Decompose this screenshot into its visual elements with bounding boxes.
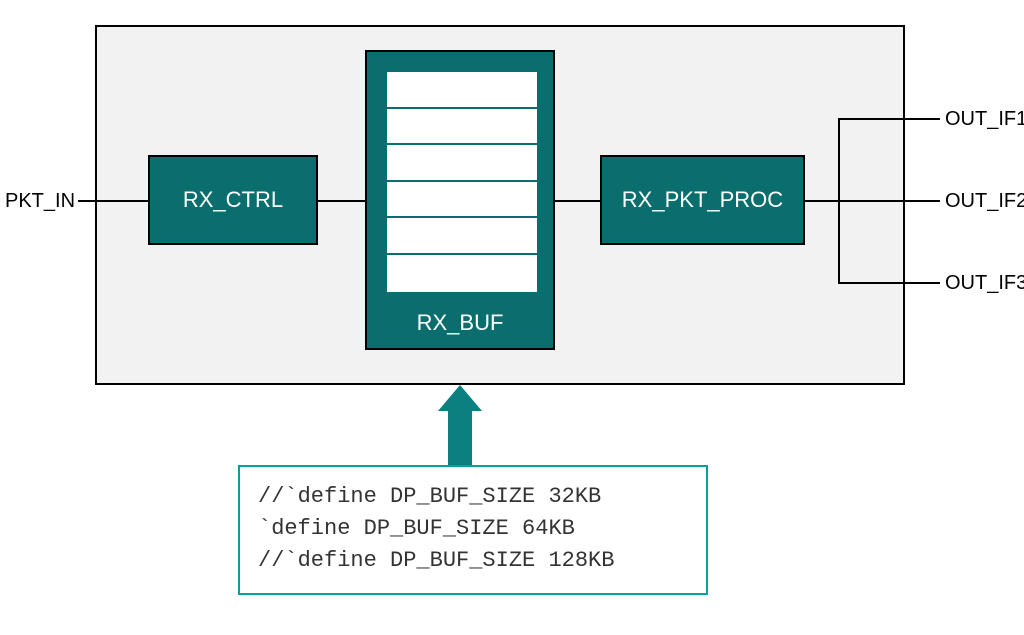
buf-row	[387, 218, 537, 255]
rx-buf-label: RX_BUF	[367, 310, 553, 336]
arrow-stem	[448, 411, 472, 466]
rx-pkt-proc-label: RX_PKT_PROC	[622, 187, 783, 213]
rx-buf-stack	[387, 72, 537, 292]
wire-bracket-vert	[838, 118, 840, 284]
block-diagram: PKT_IN RX_CTRL RX_BUF RX_PKT_PROC OUT_IF…	[0, 0, 1024, 635]
wire-ctrl-to-buf	[318, 200, 365, 202]
wire-proc-out	[805, 200, 940, 202]
buf-row	[387, 145, 537, 182]
wire-out-if1	[838, 118, 940, 120]
code-line: //`define DP_BUF_SIZE 128KB	[258, 545, 688, 577]
rx-pkt-proc-block: RX_PKT_PROC	[600, 155, 805, 245]
code-line: //`define DP_BUF_SIZE 32KB	[258, 481, 688, 513]
wire-out-if3	[838, 282, 940, 284]
rx-buf-block: RX_BUF	[365, 50, 555, 350]
out-if2-label: OUT_IF2	[945, 190, 1024, 213]
buf-row	[387, 72, 537, 109]
arrow-head-icon	[438, 385, 482, 411]
wire-pkt-in	[78, 200, 148, 202]
rx-ctrl-block: RX_CTRL	[148, 155, 318, 245]
buf-row	[387, 182, 537, 219]
out-if1-label: OUT_IF1	[945, 108, 1024, 131]
code-box: //`define DP_BUF_SIZE 32KB `define DP_BU…	[238, 465, 708, 595]
pkt-in-label: PKT_IN	[5, 190, 75, 213]
code-line: `define DP_BUF_SIZE 64KB	[258, 513, 688, 545]
buf-row	[387, 255, 537, 292]
wire-buf-to-proc	[555, 200, 600, 202]
rx-ctrl-label: RX_CTRL	[183, 187, 283, 213]
out-if3-label: OUT_IF3	[945, 272, 1024, 295]
buf-row	[387, 109, 537, 146]
